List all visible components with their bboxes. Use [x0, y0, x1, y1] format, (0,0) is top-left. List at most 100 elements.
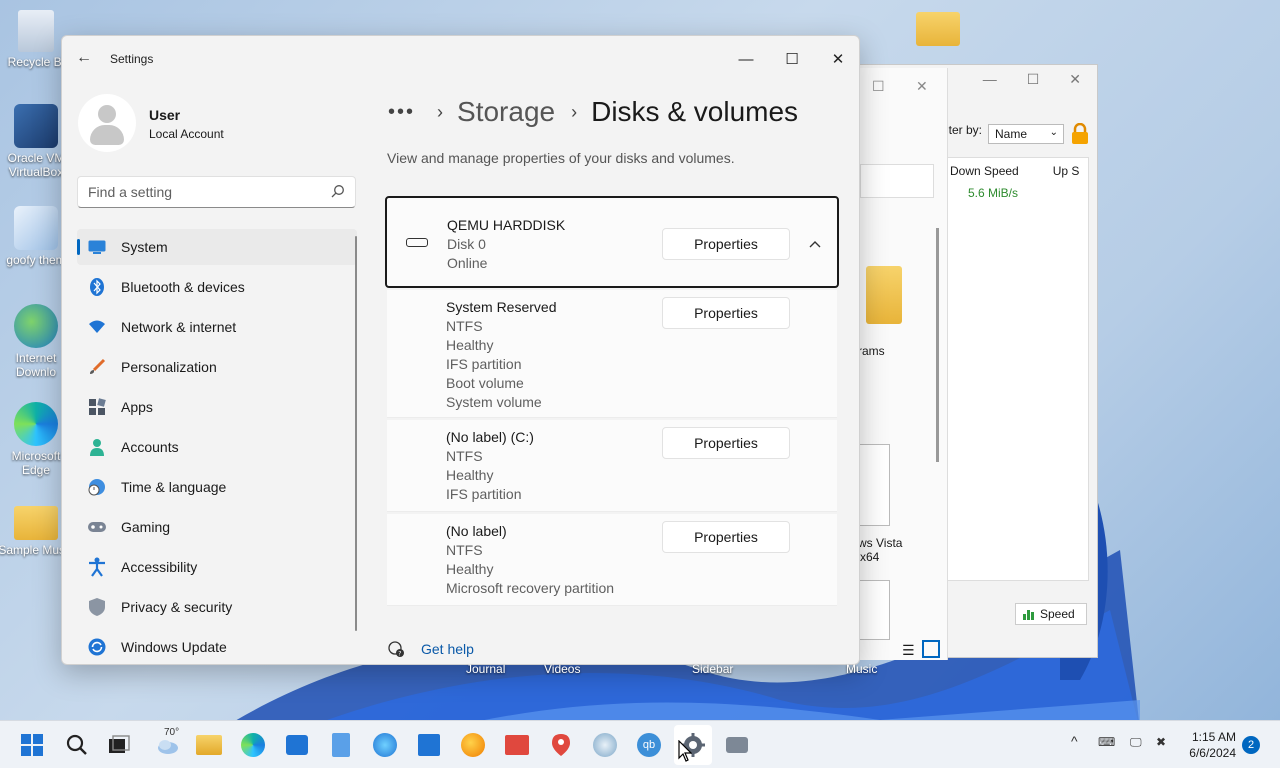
nav-item-privacy[interactable]: Privacy & security: [77, 589, 357, 625]
settings-titlebar: ← Settings — ☐ ✕: [62, 36, 859, 82]
address-bar[interactable]: [860, 164, 934, 198]
edge-button[interactable]: [238, 730, 268, 760]
nav-item-accounts[interactable]: Accounts: [77, 429, 357, 465]
chevron-up-icon[interactable]: [805, 234, 825, 254]
desktop-label: Sidebar: [692, 662, 734, 676]
volume-filesystem: NTFS: [446, 318, 483, 334]
disk-properties-button[interactable]: Properties: [662, 228, 790, 260]
nav-item-gaming[interactable]: Gaming: [77, 509, 357, 545]
maximize-button[interactable]: ☐: [769, 44, 815, 74]
virtualbox-taskbar-button[interactable]: [722, 730, 752, 760]
volume-name: (No label): [446, 523, 507, 539]
edge-icon: [14, 402, 58, 446]
filter-select[interactable]: Name ⌄: [988, 124, 1064, 144]
gamepad-icon: [87, 517, 107, 537]
store-button[interactable]: [282, 730, 312, 760]
qbittorrent-button[interactable]: qb: [634, 730, 664, 760]
settings-window[interactable]: ← Settings — ☐ ✕ User Local Account Find…: [61, 35, 860, 665]
app-orange-button[interactable]: [458, 730, 488, 760]
bluetooth-icon: [87, 277, 107, 297]
nav-label: Windows Update: [121, 639, 227, 655]
clock[interactable]: 1:15 AM 6/6/2024: [1189, 729, 1236, 761]
disc-image-icon[interactable]: [858, 580, 890, 640]
volume-role: Boot volume: [446, 375, 524, 391]
nav-item-bluetooth[interactable]: Bluetooth & devices: [77, 269, 357, 305]
page-title: Disks & volumes: [591, 96, 799, 127]
large-icons-view-icon[interactable]: [922, 640, 940, 658]
avatar: [78, 94, 136, 152]
volume-card-system-reserved[interactable]: System Reserved NTFS Healthy IFS partiti…: [387, 290, 837, 418]
shield-icon: [87, 597, 107, 617]
task-view-button[interactable]: [104, 730, 134, 760]
search-input[interactable]: Find a setting: [77, 176, 356, 208]
volume-muted-icon[interactable]: ✖: [1156, 735, 1166, 749]
volume-properties-button[interactable]: Properties: [662, 521, 790, 553]
start-button[interactable]: [17, 730, 47, 760]
folder-icon[interactable]: [866, 266, 902, 324]
filter-label: lter by:: [946, 123, 983, 137]
speed-button[interactable]: Speed: [1015, 603, 1087, 625]
volume-properties-button[interactable]: Properties: [662, 427, 790, 459]
desktop-icon-label: goofy them: [6, 253, 66, 267]
torrent-list[interactable]: Down Speed Up S 5.6 MiB/s: [947, 157, 1089, 581]
network-icon[interactable]: 🖵: [1130, 735, 1142, 750]
chevron-right-icon: ›: [437, 101, 444, 122]
search-icon: [331, 185, 344, 198]
clock-time: 1:15 AM: [1191, 730, 1236, 744]
minimize-icon[interactable]: —: [983, 71, 997, 87]
disc-image-icon[interactable]: [858, 444, 890, 526]
qbittorrent-icon: qb: [637, 733, 661, 757]
close-icon[interactable]: ✕: [916, 78, 928, 95]
notification-badge[interactable]: 2: [1242, 736, 1260, 754]
close-icon[interactable]: ✕: [1069, 71, 1081, 88]
volume-properties-button[interactable]: Properties: [662, 297, 790, 329]
news-app-button[interactable]: [502, 730, 532, 760]
disk-tool-button[interactable]: [590, 730, 620, 760]
edge-icon: [241, 733, 265, 757]
notepad-button[interactable]: [326, 730, 356, 760]
get-help-link[interactable]: ? Get help: [387, 640, 474, 658]
column-up-speed[interactable]: Up S: [1053, 164, 1080, 178]
minimize-button[interactable]: —: [723, 44, 769, 74]
breadcrumb-storage[interactable]: Storage: [457, 96, 555, 128]
nav-item-network[interactable]: Network & internet: [77, 309, 357, 345]
scrollbar[interactable]: [936, 228, 939, 462]
speed-chart-icon: [1023, 610, 1034, 620]
nav-item-time-language[interactable]: Time & language: [77, 469, 357, 505]
desktop-icon-label: Recycle Bi: [7, 55, 65, 69]
volume-filesystem: NTFS: [446, 448, 483, 464]
calendar-button[interactable]: [414, 730, 444, 760]
nav-item-windows-update[interactable]: Windows Update: [77, 629, 357, 664]
keyboard-icon[interactable]: ⌨: [1098, 735, 1115, 749]
nav-item-accessibility[interactable]: Accessibility: [77, 549, 357, 585]
nav-item-system[interactable]: System: [77, 229, 357, 265]
weather-widget[interactable]: 70°: [150, 727, 186, 760]
volume-name: (No label) (C:): [446, 429, 534, 445]
volume-card-c-drive[interactable]: (No label) (C:) NTFS Healthy IFS partiti…: [387, 420, 837, 512]
file-label: rams: [858, 344, 885, 358]
details-view-icon[interactable]: ☰: [902, 642, 915, 659]
back-arrow-icon[interactable]: ←: [76, 49, 92, 67]
column-down-speed[interactable]: Down Speed: [950, 164, 1019, 178]
nav-scrollbar[interactable]: [355, 236, 357, 631]
volume-card-recovery[interactable]: (No label) NTFS Healthy Microsoft recove…: [387, 514, 837, 606]
search-button[interactable]: [62, 730, 92, 760]
nav-label: Network & internet: [121, 319, 237, 335]
maps-button[interactable]: [546, 730, 576, 760]
disk-card[interactable]: QEMU HARDDISK Disk 0 Online Properties: [385, 196, 839, 288]
lock-icon[interactable]: [1071, 123, 1089, 145]
chevron-up-icon[interactable]: ^: [1071, 733, 1078, 749]
close-button[interactable]: ✕: [815, 44, 859, 74]
breadcrumb-more[interactable]: •••: [388, 101, 415, 124]
explorer-window-partial[interactable]: ☐ ✕ rams ws Vista x64 ☰: [858, 68, 948, 660]
folder-icon[interactable]: [916, 12, 960, 46]
nav-item-personalization[interactable]: Personalization: [77, 349, 357, 385]
file-explorer-button[interactable]: [194, 730, 224, 760]
maximize-icon[interactable]: ☐: [872, 78, 885, 95]
desktop-icon-label: Internet Downlo: [15, 351, 57, 379]
nav-item-apps[interactable]: Apps: [77, 389, 357, 425]
maximize-icon[interactable]: ☐: [1027, 71, 1040, 88]
network-app-button[interactable]: [370, 730, 400, 760]
volume-role: System volume: [446, 394, 542, 410]
folder-icon: [196, 735, 222, 755]
